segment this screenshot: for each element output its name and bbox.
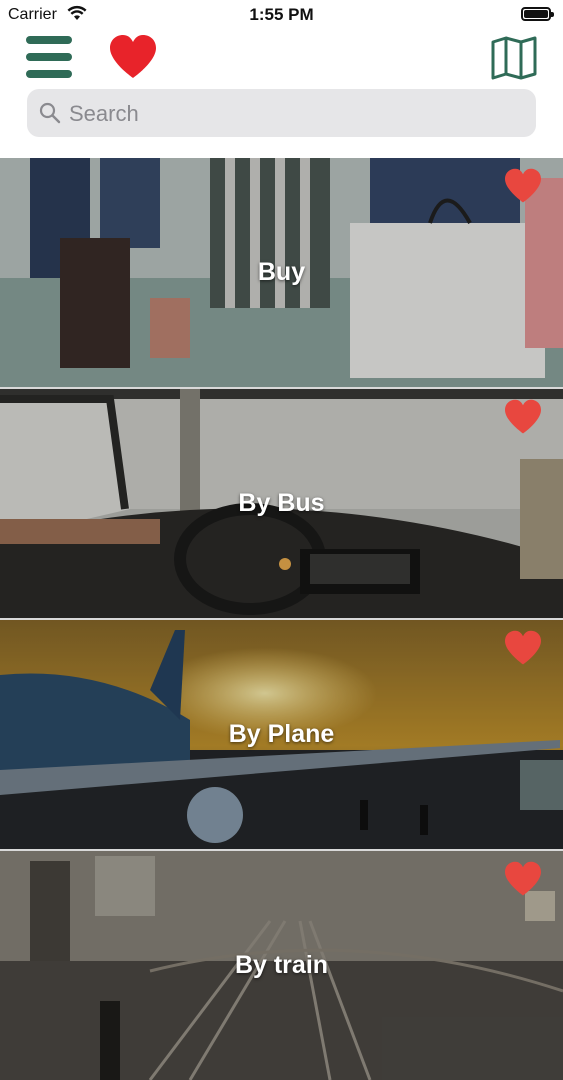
menu-button[interactable] <box>26 36 72 78</box>
app-header <box>0 30 563 158</box>
search-icon <box>39 102 61 129</box>
category-card-bus[interactable]: By Bus <box>0 389 563 618</box>
favorites-button[interactable] <box>108 34 158 80</box>
category-card-plane[interactable]: By Plane <box>0 620 563 849</box>
favorite-heart-icon[interactable] <box>503 861 543 897</box>
search-bar[interactable] <box>27 89 536 139</box>
category-title: By Plane <box>228 720 335 748</box>
heart-icon <box>110 35 156 78</box>
category-card-train[interactable]: By train <box>0 851 563 1080</box>
category-card-buy[interactable]: Buy <box>0 158 563 387</box>
category-title: By Bus <box>238 489 325 517</box>
status-time: 1:55 PM <box>249 5 314 24</box>
status-bar: Carrier 1:55 PM <box>0 0 563 30</box>
search-input[interactable] <box>67 89 521 139</box>
category-list: Buy By Bus By Plane By train <box>0 158 563 1080</box>
favorite-heart-icon[interactable] <box>503 399 543 435</box>
category-title: Buy <box>257 258 306 286</box>
map-icon <box>491 36 537 80</box>
category-title: By train <box>234 951 329 979</box>
battery-icon <box>521 7 554 21</box>
map-button[interactable] <box>490 36 538 80</box>
favorite-heart-icon[interactable] <box>503 630 543 666</box>
favorite-heart-icon[interactable] <box>503 168 543 204</box>
